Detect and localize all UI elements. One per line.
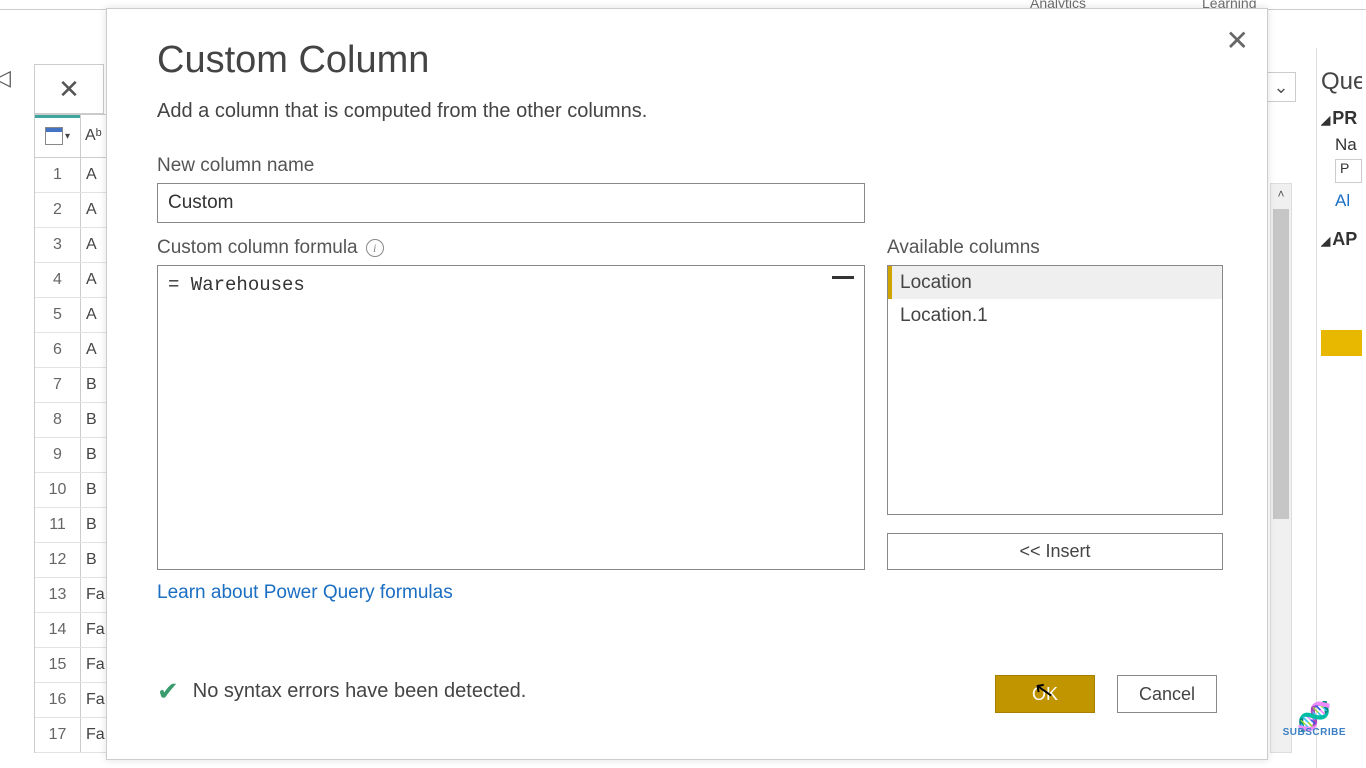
ok-button[interactable]: OK: [995, 675, 1095, 713]
formula-bar-expand[interactable]: ⌄: [1266, 72, 1296, 102]
validation-status-text: No syntax errors have been detected.: [193, 680, 527, 703]
queries-header: Que: [1321, 68, 1362, 96]
grid-header-row: ▾ Aᵇ: [35, 115, 109, 158]
table-row[interactable]: 8B: [35, 403, 109, 438]
table-row[interactable]: 16Fa: [35, 683, 109, 718]
available-columns-label: Available columns: [887, 237, 1223, 259]
formula-input[interactable]: = Warehouses: [157, 265, 865, 570]
table-row[interactable]: 2A: [35, 193, 109, 228]
column-name-input[interactable]: [157, 183, 865, 223]
dialog-title: Custom Column: [157, 39, 1217, 82]
scroll-up-icon[interactable]: ˄: [1271, 184, 1291, 204]
column-header[interactable]: Aᵇ: [81, 115, 109, 157]
applied-steps-header: ◢AP: [1321, 229, 1362, 250]
collapse-panel-icon[interactable]: ◁: [0, 65, 19, 95]
checkmark-icon: ✔: [157, 676, 179, 707]
dialog-subtitle: Add a column that is computed from the o…: [157, 100, 1217, 123]
cancel-button[interactable]: Cancel: [1117, 675, 1217, 713]
table-row[interactable]: 7B: [35, 368, 109, 403]
table-row[interactable]: 9B: [35, 438, 109, 473]
table-row[interactable]: 17Fa: [35, 718, 109, 753]
query-settings-panel: Que ◢PR Na P Al ◢AP: [1316, 48, 1366, 768]
all-properties-link[interactable]: Al: [1335, 191, 1362, 211]
table-row[interactable]: 11B: [35, 508, 109, 543]
table-menu-icon[interactable]: ▾: [35, 115, 81, 157]
info-icon[interactable]: i: [366, 239, 384, 257]
table-row[interactable]: 5A: [35, 298, 109, 333]
table-row[interactable]: 10B: [35, 473, 109, 508]
dna-icon: 🧬: [1283, 707, 1346, 727]
available-columns-list[interactable]: Location Location.1: [887, 265, 1223, 515]
query-name-input[interactable]: P: [1335, 159, 1362, 183]
grid-scrollbar[interactable]: ˄: [1270, 183, 1292, 753]
table-row[interactable]: 4A: [35, 263, 109, 298]
insert-button[interactable]: << Insert: [887, 533, 1223, 570]
formula-label: Custom column formula: [157, 237, 358, 259]
table-row[interactable]: 14Fa: [35, 613, 109, 648]
custom-column-dialog: ✕ Custom Column Add a column that is com…: [106, 8, 1268, 760]
column-name-label: New column name: [157, 155, 1217, 177]
chevron-down-icon: ⌄: [1273, 77, 1288, 98]
formula-bar-cancel[interactable]: ✕: [34, 64, 104, 114]
table-row[interactable]: 13Fa: [35, 578, 109, 613]
formula-caret-indicator: [832, 276, 854, 279]
applied-step-active[interactable]: [1321, 330, 1362, 356]
data-grid: ▾ Aᵇ 1A 2A 3A 4A 5A 6A 7B 8B 9B 10B 11B …: [34, 114, 109, 753]
table-row[interactable]: 1A: [35, 158, 109, 193]
table-row[interactable]: 3A: [35, 228, 109, 263]
name-label: Na: [1335, 135, 1362, 155]
available-column-item[interactable]: Location: [888, 266, 1222, 299]
learn-link[interactable]: Learn about Power Query formulas: [157, 582, 453, 604]
table-row[interactable]: 6A: [35, 333, 109, 368]
scroll-thumb[interactable]: [1273, 209, 1289, 519]
close-icon: ✕: [58, 74, 80, 105]
dialog-close-button[interactable]: ✕: [1226, 27, 1249, 55]
available-column-item[interactable]: Location.1: [888, 299, 1222, 332]
table-row[interactable]: 12B: [35, 543, 109, 578]
subscribe-watermark: 🧬 SUBSCRIBE: [1283, 707, 1346, 738]
table-row[interactable]: 15Fa: [35, 648, 109, 683]
properties-header: ◢PR: [1321, 108, 1362, 129]
